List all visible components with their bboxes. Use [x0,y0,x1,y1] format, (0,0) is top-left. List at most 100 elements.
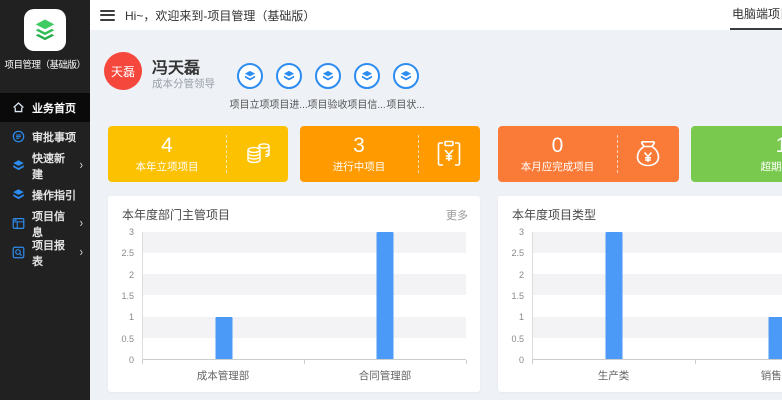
bill-icon [418,126,480,182]
sidebar-item-1[interactable]: 审批事项 [0,122,90,151]
quick-action-label: 项目立项 [230,96,270,111]
y-axis-tick-label: 3 [519,227,524,237]
quick-action-label: 项目信... [347,96,385,111]
sidebar-item-label: 项目信息 [32,208,73,240]
quick-action-label: 项目状... [386,96,424,111]
cube-circle-icon [315,63,341,89]
panel-title: 本年度部门主管项目 [122,206,230,223]
quick-action-1[interactable]: 项目进... [269,63,308,111]
stat-card-value: 3 [353,134,365,157]
x-axis-category-label: 销售类 [761,368,782,383]
app-title: 项目管理（基础版） [0,57,90,71]
bar-chart-project-types: 0 0.5 1 1.5 2 2.5 3 生产类 销售类 [502,224,782,386]
y-axis-tick-label: 1 [129,312,134,322]
quick-action-2[interactable]: 项目验收 [308,63,347,111]
cube-icon [12,159,25,172]
quick-action-4[interactable]: 项目状... [386,63,425,111]
cube-circle-icon [237,63,263,89]
stat-card-label: 超期项目 [761,159,782,174]
quick-actions: 项目立项项目进...项目验收项目信...项目状... [230,63,425,111]
cube-circle-icon [393,63,419,89]
coins-icon [226,126,288,182]
stat-card-label: 进行中项目 [333,159,386,174]
y-axis-tick-label: 1.5 [121,291,134,301]
hamburger-menu-icon[interactable] [100,10,115,21]
sidebar-item-5[interactable]: 项目报表 › [0,238,90,267]
y-axis-tick-label: 2.5 [511,248,524,258]
user-name: 冯天磊 [152,54,200,78]
stat-card-value: 0 [552,134,564,157]
right-column: 0 本月应完成项目 1 超期项目 本年度项目类型 0 0.5 1 1.5 2 2.5 3 生产类 销售… [498,126,782,392]
chevron-right-icon: › [80,245,83,259]
welcome-text: Hi~，欢迎来到-项目管理（基础版） [125,7,315,24]
chevron-right-icon: › [80,158,83,172]
approval-icon [12,130,25,143]
sidebar-item-0[interactable]: 业务首页 [0,93,90,122]
user-avatar: 天磊 [104,52,142,90]
grid-icon [12,217,25,230]
stat-card-label: 本年立项项目 [136,159,199,174]
stat-card-3[interactable]: 1 超期项目 [691,126,782,182]
quick-action-0[interactable]: 项目立项 [230,63,269,111]
y-axis-tick-label: 0.5 [511,334,524,344]
moneybag-icon [617,126,679,182]
y-axis-tick-label: 1 [519,312,524,322]
quick-action-label: 项目进... [269,96,307,111]
sidebar: 项目管理（基础版） 业务首页审批事项快速新建 › 操作指引项目信息 › 项目报表 › [0,0,90,400]
quick-action-3[interactable]: 项目信... [347,63,386,111]
sidebar-item-label: 项目报表 [32,237,73,269]
y-axis-tick-label: 2 [519,270,524,280]
stat-card-value: 1 [776,134,782,157]
app-logo-icon [24,9,66,51]
layers-logo-icon [31,16,59,44]
sidebar-item-label: 审批事项 [32,129,76,145]
sidebar-item-label: 业务首页 [32,100,76,116]
tab-pc-project-management[interactable]: 电脑端项目管理 [730,0,782,30]
panel-project-types: 本年度项目类型 0 0.5 1 1.5 2 2.5 3 生产类 销售类 [498,196,782,392]
main-content: 天磊 冯天磊 成本分管领导 项目立项项目进...项目验收项目信...项目状...… [90,30,782,400]
panel-title: 本年度项目类型 [512,206,596,223]
stat-card-value: 4 [161,134,173,157]
app-root: 项目管理（基础版） 业务首页审批事项快速新建 › 操作指引项目信息 › 项目报表 › Hi… [0,0,782,400]
cube-circle-icon [276,63,302,89]
y-axis-tick-label: 1.5 [511,291,524,301]
report-icon [12,246,25,259]
chevron-right-icon: › [80,216,83,230]
bar-生产类 [606,232,623,359]
more-link[interactable]: 更多 [446,207,468,223]
x-axis-category-label: 合同管理部 [359,368,412,383]
cube-icon [12,188,25,201]
stat-cards-left: 4 本年立项项目 3 进行中项目 [108,126,480,182]
bar-销售类 [768,317,782,359]
quick-action-label: 项目验收 [308,96,348,111]
user-role: 成本分管领导 [152,76,215,91]
sidebar-item-4[interactable]: 项目信息 › [0,209,90,238]
y-axis-tick-label: 3 [129,227,134,237]
sidebar-item-2[interactable]: 快速新建 › [0,151,90,180]
stat-card-2[interactable]: 0 本月应完成项目 [498,126,679,182]
stat-cards-right: 0 本月应完成项目 1 超期项目 [498,126,782,182]
sidebar-item-3[interactable]: 操作指引 [0,180,90,209]
chart-plot-area [142,232,466,360]
bar-合同管理部 [377,232,394,359]
chart-plot-area [532,232,782,360]
sidebar-item-label: 快速新建 [32,150,73,182]
x-axis-category-label: 生产类 [598,368,630,383]
y-axis-tick-label: 0 [519,355,524,365]
cube-circle-icon [354,63,380,89]
sidebar-menu: 业务首页审批事项快速新建 › 操作指引项目信息 › 项目报表 › [0,93,90,267]
stat-card-1[interactable]: 3 进行中项目 [300,126,480,182]
y-axis-tick-label: 2 [129,270,134,280]
x-axis-category-label: 成本管理部 [197,368,250,383]
y-axis-tick-label: 0.5 [121,334,134,344]
home-icon [12,101,25,114]
stat-card-0[interactable]: 4 本年立项项目 [108,126,288,182]
y-axis-tick-label: 0 [129,355,134,365]
left-column: 4 本年立项项目 3 进行中项目 本年度部门主管项目 更多 0 0.5 1 1.5 2 2.5 3… [108,126,480,392]
y-axis-tick-label: 2.5 [121,248,134,258]
sidebar-item-label: 操作指引 [32,187,76,203]
stat-card-label: 本月应完成项目 [521,159,595,174]
panel-department-projects: 本年度部门主管项目 更多 0 0.5 1 1.5 2 2.5 3 成本管理部 合同管理部 [108,196,480,392]
top-header: Hi~，欢迎来到-项目管理（基础版） 电脑端项目管理 [90,0,782,30]
bar-成本管理部 [215,317,232,359]
